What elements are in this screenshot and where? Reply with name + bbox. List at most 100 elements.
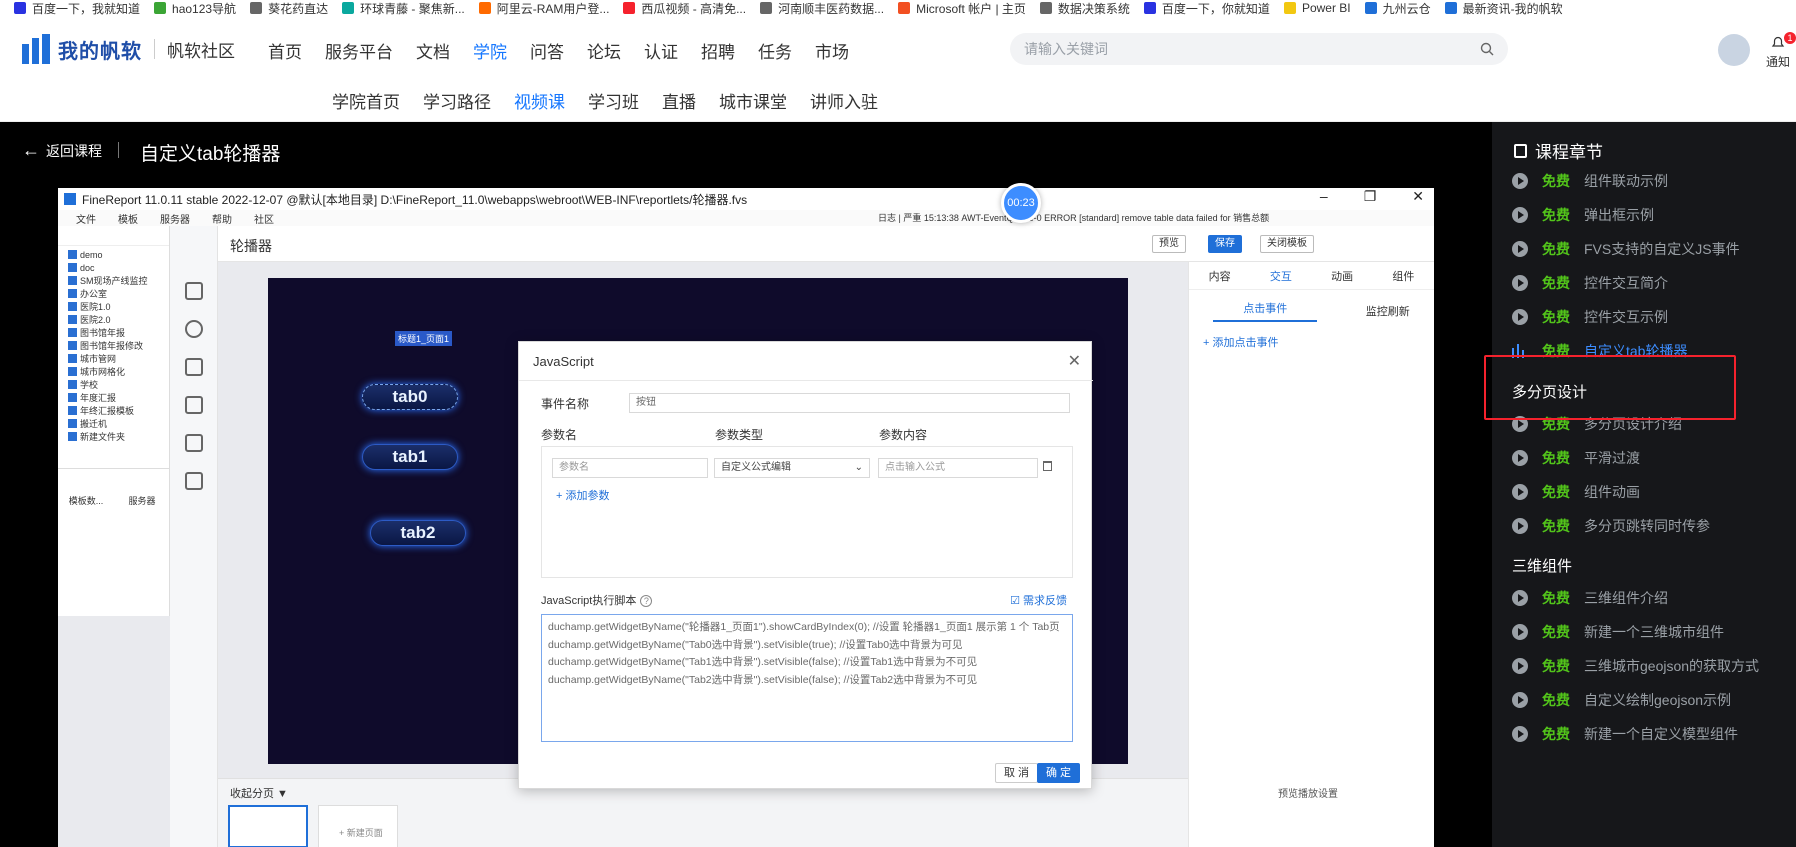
sub-nav-item[interactable]: 学院首页 xyxy=(332,88,400,113)
bookmark-item[interactable]: 九州云仓 xyxy=(1364,0,1431,16)
tree-item[interactable]: demo xyxy=(58,248,169,261)
sub-nav-item[interactable]: 城市课堂 xyxy=(719,88,787,113)
property-tab[interactable]: 组件 xyxy=(1392,268,1414,284)
property-tab[interactable]: 交互 xyxy=(1270,268,1292,284)
close-template-button[interactable]: 关闭模板 xyxy=(1260,235,1314,253)
tree-item[interactable]: 城市管网 xyxy=(58,352,169,365)
close-icon[interactable]: ✕ xyxy=(1068,351,1081,371)
nav-item[interactable]: 服务平台 xyxy=(325,38,393,63)
help-icon[interactable]: ? xyxy=(640,595,653,607)
tree-item[interactable]: 医院1.0 xyxy=(58,300,169,313)
chapter-item[interactable]: 免费 弹出框示例 xyxy=(1512,205,1654,225)
tree-item[interactable]: 年度汇报 xyxy=(58,391,169,404)
search-input[interactable] xyxy=(1024,41,1480,57)
bookmark-item[interactable]: Power BI xyxy=(1283,1,1351,15)
sub-nav-item[interactable]: 讲师入驻 xyxy=(810,88,878,113)
tree-item[interactable]: 学校 xyxy=(58,378,169,391)
chapter-item[interactable]: 免费 控件交互示例 xyxy=(1512,307,1668,327)
fr-menu-item[interactable]: 模板 xyxy=(118,211,138,226)
chapter-item[interactable]: 免费 三维城市geojson的获取方式 xyxy=(1512,656,1759,676)
bookmark-item[interactable]: 西瓜视频 - 高清免... xyxy=(623,0,746,16)
sub-nav-item[interactable]: 学习班 xyxy=(588,88,639,113)
left-tab[interactable]: 服务器 xyxy=(114,494,170,507)
inbox-icon[interactable] xyxy=(185,434,203,452)
sub-nav-item[interactable]: 直播 xyxy=(662,88,696,113)
bookmark-item[interactable]: 百度一下，我就知道 xyxy=(14,0,140,16)
sub-nav-item[interactable]: 视频课 xyxy=(514,88,565,113)
tab2-widget[interactable]: tab2 xyxy=(370,520,466,546)
property-subtab[interactable]: 监控刷新 xyxy=(1366,303,1410,319)
bookmark-item[interactable]: 阿里云-RAM用户登... xyxy=(478,0,609,16)
bookmark-item[interactable]: Microsoft 帐户 | 主页 xyxy=(898,0,1026,16)
bookmark-item[interactable]: 最新资讯-我的帆软 xyxy=(1444,0,1563,16)
ok-button[interactable]: 确 定 xyxy=(1037,763,1081,783)
nav-item[interactable]: 认证 xyxy=(644,38,678,63)
table-icon[interactable] xyxy=(185,472,203,490)
fr-menu-item[interactable]: 社区 xyxy=(254,211,274,226)
left-tab[interactable]: 模板数... xyxy=(58,494,114,507)
param-type-select[interactable]: 自定义公式编辑 ⌄ xyxy=(714,458,870,478)
tree-item[interactable]: 新建文件夹 xyxy=(58,430,169,443)
close-icon[interactable]: ✕ xyxy=(1412,188,1424,205)
search-icon[interactable] xyxy=(1480,42,1494,56)
bookmark-item[interactable]: 河南顺丰医药数据... xyxy=(760,0,884,16)
preview-button[interactable]: 预览 xyxy=(1152,235,1186,253)
property-tab[interactable]: 动画 xyxy=(1331,268,1353,284)
fr-menu-item[interactable]: 帮助 xyxy=(212,211,232,226)
param-value-input[interactable]: 点击输入公式 xyxy=(878,458,1038,478)
back-to-course-button[interactable]: ← 返回课程 xyxy=(22,140,102,161)
bookmark-item[interactable]: 环球青藤 - 聚焦新... xyxy=(342,0,465,16)
minimize-icon[interactable]: – xyxy=(1320,188,1328,205)
nav-item[interactable]: 首页 xyxy=(268,38,302,63)
fr-menu-item[interactable]: 文件 xyxy=(76,211,96,226)
chapter-item[interactable]: 免费 组件动画 xyxy=(1512,482,1640,502)
chart-icon[interactable] xyxy=(185,320,203,338)
tree-item[interactable]: 年终汇报模板 xyxy=(58,404,169,417)
tab0-widget[interactable]: tab0 xyxy=(362,384,458,410)
nav-item[interactable]: 问答 xyxy=(530,38,564,63)
community-link[interactable]: 帆软社区 xyxy=(167,37,235,62)
chapter-item[interactable]: 免费 新建一个自定义模型组件 xyxy=(1512,724,1738,744)
tree-item[interactable]: 图书馆年报 xyxy=(58,326,169,339)
chapter-item[interactable]: 免费 组件联动示例 xyxy=(1512,171,1668,191)
nav-item[interactable]: 文档 xyxy=(416,38,450,63)
chapter-item[interactable]: 免费 新建一个三维城市组件 xyxy=(1512,622,1724,642)
add-param-button[interactable]: + 添加参数 xyxy=(556,487,609,503)
add-click-event-button[interactable]: + 添加点击事件 xyxy=(1189,324,1434,360)
new-page-thumbnail[interactable]: + 新建页面 xyxy=(318,805,398,847)
tree-item[interactable]: 图书馆年报修改 xyxy=(58,339,169,352)
tree-item[interactable]: 办公室 xyxy=(58,287,169,300)
script-editor[interactable]: duchamp.getWidgetByName("轮播器1_页面1").show… xyxy=(541,614,1073,742)
bookmark-item[interactable]: hao123导航 xyxy=(154,0,236,16)
collapse-pages-button[interactable]: 收起分页 ▼ xyxy=(230,785,288,801)
event-name-field[interactable]: 按钮 xyxy=(629,393,1070,413)
tree-item[interactable]: doc xyxy=(58,261,169,274)
tree-item[interactable]: SM现场产线监控 xyxy=(58,274,169,287)
chapter-item[interactable]: 免费 自定义绘制geojson示例 xyxy=(1512,690,1731,710)
tree-item[interactable]: 医院2.0 xyxy=(58,313,169,326)
media-icon[interactable] xyxy=(185,396,203,414)
tree-item[interactable]: 城市网格化 xyxy=(58,365,169,378)
preview-setting[interactable]: 预览播放设置 xyxy=(1278,785,1338,800)
nav-item[interactable]: 任务 xyxy=(758,38,792,63)
text-icon[interactable] xyxy=(185,358,203,376)
save-button[interactable]: 保存 xyxy=(1208,235,1242,253)
avatar[interactable] xyxy=(1718,34,1750,66)
tab1-widget[interactable]: tab1 xyxy=(362,444,458,470)
chapter-item[interactable]: 免费 FVS支持的自定义JS事件 xyxy=(1512,239,1740,259)
chapter-item[interactable]: 免费 控件交互简介 xyxy=(1512,273,1668,293)
nav-item[interactable]: 招聘 xyxy=(701,38,735,63)
nav-item[interactable]: 市场 xyxy=(815,38,849,63)
chapter-item[interactable]: 免费 平滑过渡 xyxy=(1512,448,1640,468)
maximize-icon[interactable]: ❐ xyxy=(1364,188,1377,205)
param-name-input[interactable]: 参数名 xyxy=(552,458,708,478)
property-tab[interactable]: 内容 xyxy=(1209,268,1231,284)
page-thumbnail[interactable] xyxy=(228,805,308,847)
trash-icon[interactable] xyxy=(1043,461,1052,471)
chapter-item[interactable]: 免费 多分页跳转同时传参 xyxy=(1512,516,1710,536)
notice-button[interactable]: 1 通知 xyxy=(1766,32,1796,70)
chapter-item[interactable]: 免费 三维组件介绍 xyxy=(1512,588,1668,608)
bookmark-item[interactable]: 葵花药直达 xyxy=(250,0,328,16)
tree-item[interactable]: 搬迁机 xyxy=(58,417,169,430)
property-subtab[interactable]: 点击事件 xyxy=(1213,300,1318,322)
